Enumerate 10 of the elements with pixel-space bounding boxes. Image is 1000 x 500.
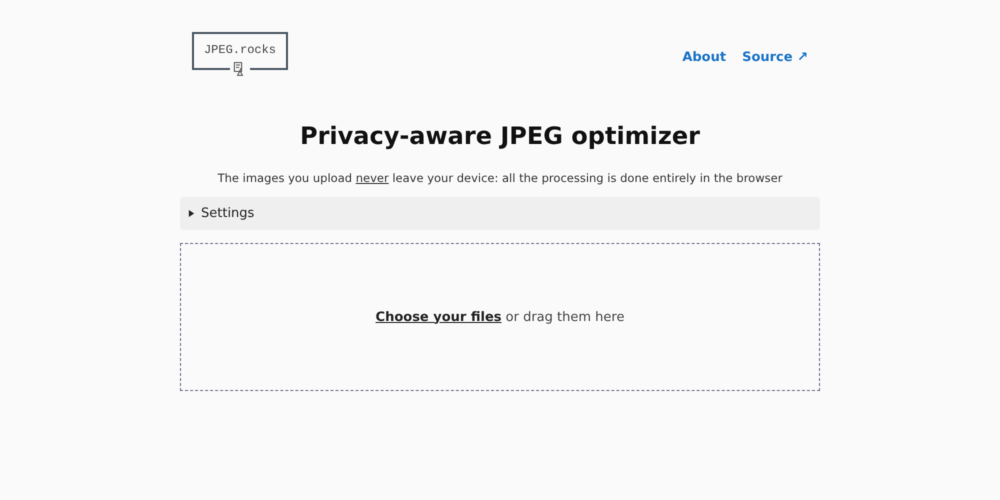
nav-link[interactable]: About [682,48,726,68]
nav-link[interactable]: Source ↗ [742,48,808,68]
logo-box[interactable]: JPEG.rocks [192,32,288,70]
drop-zone[interactable]: Choose your files or drag them here [180,243,820,392]
subtitle: The images you upload never leave your device: all the processing is done entirely in the browser [216,170,784,187]
settings-toggle[interactable]: Settings [180,197,820,230]
logo-text: JPEG.rocks [204,42,276,59]
page-title: Privacy-aware JPEG optimizer [298,121,701,152]
choose-files-link[interactable]: Choose your files [376,310,502,324]
drop-instructions: Choose your files or drag them here [376,308,624,326]
